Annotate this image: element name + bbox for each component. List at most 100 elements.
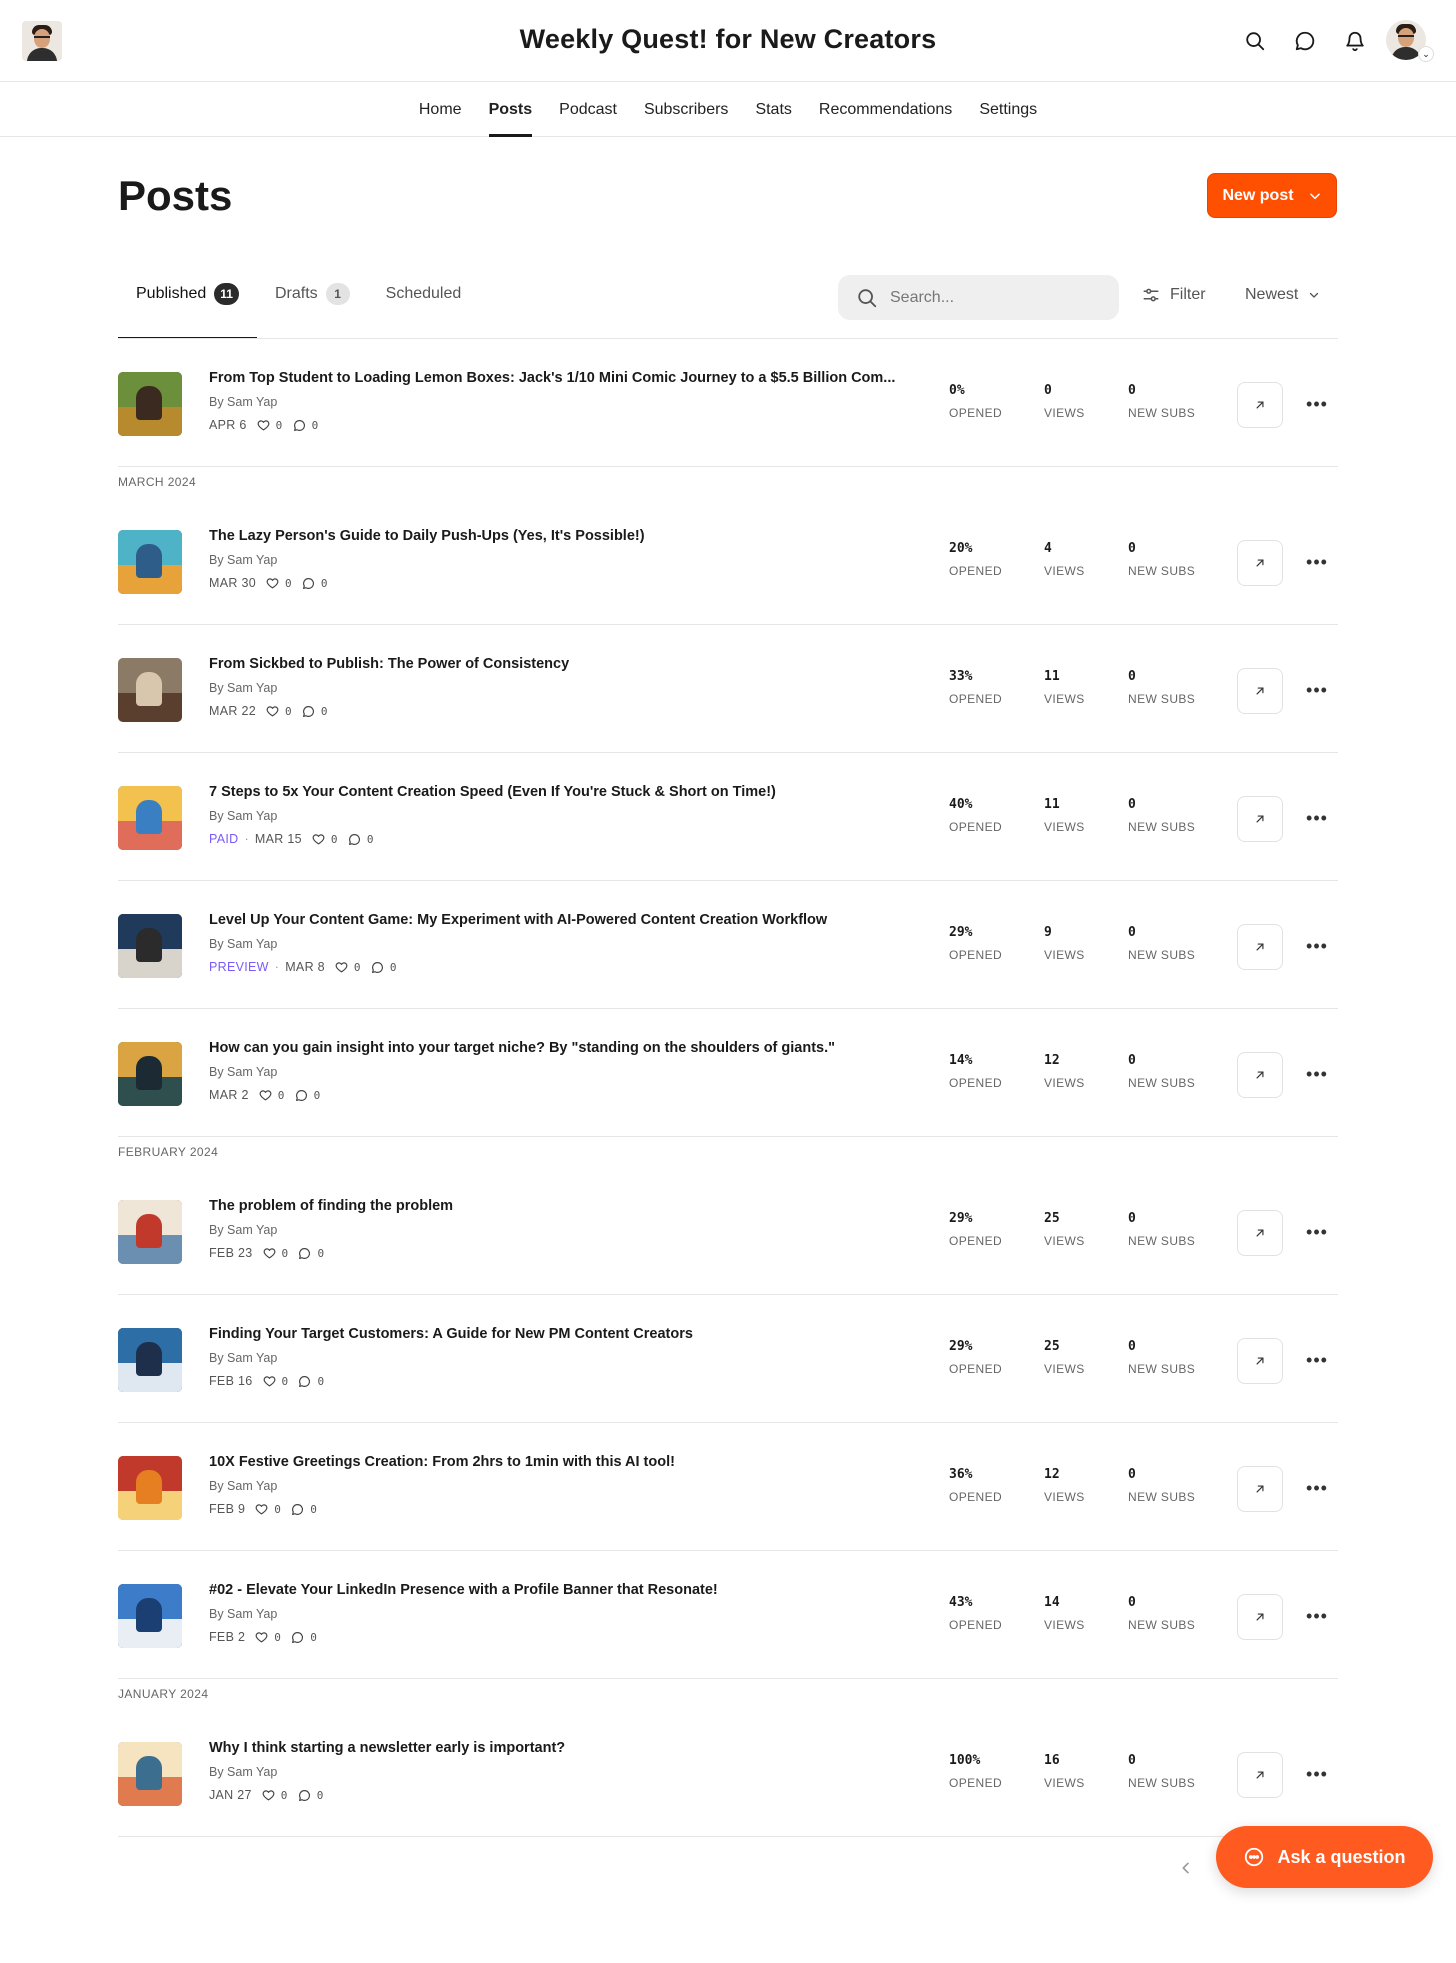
separator-dot: · xyxy=(244,832,249,846)
post-row[interactable]: #02 - Elevate Your LinkedIn Presence wit… xyxy=(118,1551,1338,1679)
nav-item-recommendations[interactable]: Recommendations xyxy=(805,82,965,137)
open-post-button[interactable] xyxy=(1237,1466,1283,1512)
chevron-left-icon xyxy=(1182,1862,1189,1874)
views-value: 9 xyxy=(1044,925,1052,940)
post-thumbnail[interactable] xyxy=(118,372,182,436)
post-row[interactable]: 7 Steps to 5x Your Content Creation Spee… xyxy=(118,753,1338,881)
comment-count: 0 xyxy=(313,1088,321,1102)
post-title[interactable]: The Lazy Person's Guide to Daily Push-Up… xyxy=(209,528,909,544)
open-post-button[interactable] xyxy=(1237,1338,1283,1384)
post-thumbnail[interactable] xyxy=(118,530,182,594)
post-thumbnail[interactable] xyxy=(118,658,182,722)
chat-icon[interactable] xyxy=(1290,26,1320,56)
tab-published[interactable]: Published 11 xyxy=(118,275,257,339)
nav-item-podcast[interactable]: Podcast xyxy=(546,82,631,137)
nav-item-subscribers[interactable]: Subscribers xyxy=(630,82,741,137)
more-options-button[interactable]: ••• xyxy=(1302,549,1332,575)
views-value: 11 xyxy=(1044,669,1060,684)
comment-icon xyxy=(293,419,306,432)
more-options-button[interactable]: ••• xyxy=(1302,1761,1332,1787)
post-title[interactable]: 10X Festive Greetings Creation: From 2hr… xyxy=(209,1454,909,1470)
comment-icon xyxy=(295,1089,308,1102)
sort-dropdown[interactable]: Newest xyxy=(1245,286,1320,304)
ask-question-button[interactable]: Ask a question xyxy=(1216,1826,1433,1888)
more-options-button[interactable]: ••• xyxy=(1302,1603,1332,1629)
post-thumbnail[interactable] xyxy=(118,1200,182,1264)
previous-page-button[interactable] xyxy=(1175,1857,1197,1879)
post-author: By Sam Yap xyxy=(209,1351,278,1365)
post-thumbnail[interactable] xyxy=(118,1456,182,1520)
ellipsis-icon: ••• xyxy=(1306,551,1328,572)
post-row[interactable]: Level Up Your Content Game: My Experimen… xyxy=(118,881,1338,1009)
new-subs-stat: 0 NEW SUBS xyxy=(1128,797,1195,834)
more-options-button[interactable]: ••• xyxy=(1302,1061,1332,1087)
post-title[interactable]: 7 Steps to 5x Your Content Creation Spee… xyxy=(209,784,909,800)
views-value: 4 xyxy=(1044,541,1052,556)
post-thumbnail[interactable] xyxy=(118,1742,182,1806)
more-options-button[interactable]: ••• xyxy=(1302,391,1332,417)
bell-icon[interactable] xyxy=(1340,26,1370,56)
comment-count: 0 xyxy=(366,832,374,846)
post-row[interactable]: Why I think starting a newsletter early … xyxy=(118,1709,1338,1837)
post-row[interactable]: How can you gain insight into your targe… xyxy=(118,1009,1338,1137)
nav-item-posts[interactable]: Posts xyxy=(475,82,546,137)
more-options-button[interactable]: ••• xyxy=(1302,1475,1332,1501)
post-row[interactable]: 10X Festive Greetings Creation: From 2hr… xyxy=(118,1423,1338,1551)
heart-icon xyxy=(312,833,325,846)
nav-item-home[interactable]: Home xyxy=(405,82,475,137)
nav-item-stats[interactable]: Stats xyxy=(742,82,805,137)
more-options-button[interactable]: ••• xyxy=(1302,1347,1332,1373)
post-thumbnail[interactable] xyxy=(118,1328,182,1392)
comment-count: 0 xyxy=(311,418,319,432)
tab-drafts[interactable]: Drafts 1 xyxy=(257,275,368,339)
tab-scheduled[interactable]: Scheduled xyxy=(368,275,480,339)
post-date: FEB 23 xyxy=(209,1246,253,1260)
open-post-button[interactable] xyxy=(1237,924,1283,970)
new-subs-label: NEW SUBS xyxy=(1128,1776,1196,1790)
more-options-button[interactable]: ••• xyxy=(1302,805,1332,831)
post-title[interactable]: From Sickbed to Publish: The Power of Co… xyxy=(209,656,909,672)
post-title[interactable]: How can you gain insight into your targe… xyxy=(209,1040,909,1056)
post-row[interactable]: The Lazy Person's Guide to Daily Push-Up… xyxy=(118,497,1338,625)
open-post-button[interactable] xyxy=(1237,796,1283,842)
post-row[interactable]: The problem of finding the problem By Sa… xyxy=(118,1167,1338,1295)
post-row[interactable]: Finding Your Target Customers: A Guide f… xyxy=(118,1295,1338,1423)
publication-title[interactable]: Weekly Quest! for New Creators xyxy=(0,24,1456,55)
open-post-button[interactable] xyxy=(1237,668,1283,714)
opened-value: 14% xyxy=(949,1053,973,1068)
post-thumbnail[interactable] xyxy=(118,1584,182,1648)
open-post-button[interactable] xyxy=(1237,1210,1283,1256)
post-row[interactable]: From Sickbed to Publish: The Power of Co… xyxy=(118,625,1338,753)
post-title[interactable]: Level Up Your Content Game: My Experimen… xyxy=(209,912,909,928)
new-post-button[interactable]: New post xyxy=(1207,173,1337,218)
new-subs-stat: 0 NEW SUBS xyxy=(1128,1595,1195,1632)
open-post-button[interactable] xyxy=(1237,382,1283,428)
more-options-button[interactable]: ••• xyxy=(1302,677,1332,703)
open-post-button[interactable] xyxy=(1237,1052,1283,1098)
post-thumbnail[interactable] xyxy=(118,1042,182,1106)
opened-value: 0% xyxy=(949,383,965,398)
chevron-down-icon[interactable]: ⌄ xyxy=(1418,46,1434,62)
search-box[interactable] xyxy=(838,275,1119,320)
more-options-button[interactable]: ••• xyxy=(1302,1219,1332,1245)
post-title[interactable]: From Top Student to Loading Lemon Boxes:… xyxy=(209,370,909,386)
post-row[interactable]: From Top Student to Loading Lemon Boxes:… xyxy=(118,339,1338,467)
search-input[interactable] xyxy=(890,288,1090,307)
like-count: 0 xyxy=(330,832,338,846)
post-title[interactable]: The problem of finding the problem xyxy=(209,1198,909,1214)
post-thumbnail[interactable] xyxy=(118,786,182,850)
open-post-button[interactable] xyxy=(1237,1594,1283,1640)
post-title[interactable]: Why I think starting a newsletter early … xyxy=(209,1740,909,1756)
post-thumbnail[interactable] xyxy=(118,914,182,978)
open-post-button[interactable] xyxy=(1237,540,1283,586)
post-title[interactable]: #02 - Elevate Your LinkedIn Presence wit… xyxy=(209,1582,909,1598)
more-options-button[interactable]: ••• xyxy=(1302,933,1332,959)
post-date: FEB 9 xyxy=(209,1502,246,1516)
nav-item-settings[interactable]: Settings xyxy=(966,82,1051,137)
comment-count: 0 xyxy=(317,1374,325,1388)
filter-button[interactable]: Filter xyxy=(1142,286,1206,304)
search-icon[interactable] xyxy=(1240,26,1270,56)
open-post-button[interactable] xyxy=(1237,1752,1283,1798)
views-value: 11 xyxy=(1044,797,1060,812)
post-title[interactable]: Finding Your Target Customers: A Guide f… xyxy=(209,1326,909,1342)
